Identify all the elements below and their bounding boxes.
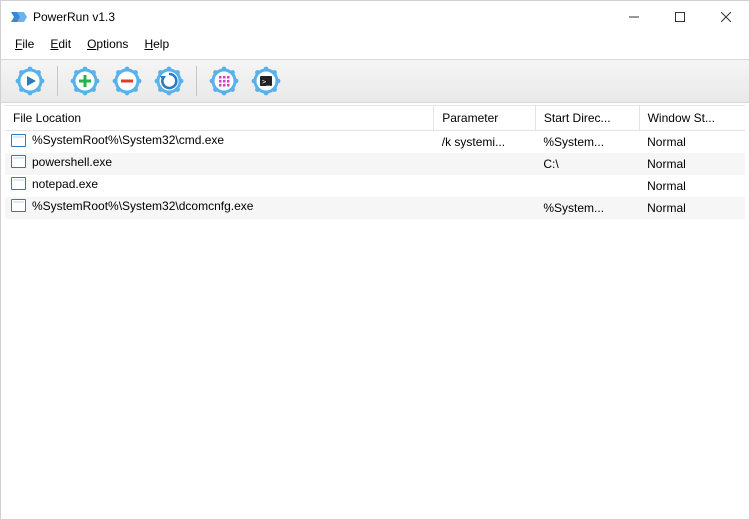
- col-window-state[interactable]: Window St...: [639, 106, 745, 131]
- cell-start-dir: [535, 175, 639, 197]
- menu-options[interactable]: Options: [79, 35, 136, 53]
- cell-file-location: powershell.exe: [5, 153, 434, 171]
- file-location-text: powershell.exe: [32, 155, 112, 169]
- app-window-icon: [11, 199, 26, 212]
- toolbar-separator: [57, 66, 58, 96]
- app-window-icon: [11, 155, 26, 168]
- menu-file[interactable]: File: [7, 35, 42, 53]
- cell-parameter: [434, 175, 536, 197]
- table-row[interactable]: %SystemRoot%\System32\cmd.exe/k systemi.…: [5, 131, 745, 153]
- table-row[interactable]: powershell.exe C:\Normal: [5, 153, 745, 175]
- file-location-text: %SystemRoot%\System32\cmd.exe: [32, 133, 224, 147]
- cell-window-state: Normal: [639, 197, 745, 219]
- col-parameter[interactable]: Parameter: [434, 106, 536, 131]
- refresh-gear-icon[interactable]: [152, 64, 186, 98]
- app-icon: [9, 8, 27, 26]
- app-window-icon: [11, 177, 26, 190]
- col-start-dir[interactable]: Start Direc...: [535, 106, 639, 131]
- titlebar: PowerRun v1.3: [1, 1, 749, 33]
- toolbar-separator: [196, 66, 197, 96]
- cell-file-location: notepad.exe: [5, 175, 434, 193]
- cell-start-dir: %System...: [535, 197, 639, 219]
- cmd-gear-icon[interactable]: >_: [249, 64, 283, 98]
- add-gear-icon[interactable]: [68, 64, 102, 98]
- cell-parameter: /k systemi...: [434, 131, 536, 153]
- cell-window-state: Normal: [639, 153, 745, 175]
- cell-start-dir: C:\: [535, 153, 639, 175]
- run-gear-icon[interactable]: [13, 64, 47, 98]
- svg-text:>_: >_: [262, 78, 271, 86]
- toolbar: >_: [1, 59, 749, 103]
- close-button[interactable]: [703, 1, 749, 33]
- menubar: FileEditOptionsHelp: [1, 33, 749, 55]
- table-row[interactable]: notepad.exe Normal: [5, 175, 745, 197]
- table-header-row: File Location Parameter Start Direc... W…: [5, 106, 745, 131]
- cell-file-location: %SystemRoot%\System32\cmd.exe: [5, 131, 434, 149]
- menu-help[interactable]: Help: [136, 35, 177, 53]
- menu-edit[interactable]: Edit: [42, 35, 79, 53]
- list-view[interactable]: File Location Parameter Start Direc... W…: [5, 105, 745, 513]
- cell-parameter: [434, 197, 536, 219]
- file-location-text: %SystemRoot%\System32\dcomcnfg.exe: [32, 199, 253, 213]
- cell-file-location: %SystemRoot%\System32\dcomcnfg.exe: [5, 197, 434, 215]
- window-title: PowerRun v1.3: [33, 10, 611, 24]
- cell-parameter: [434, 153, 536, 175]
- cell-start-dir: %System...: [535, 131, 639, 153]
- col-file-location[interactable]: File Location: [5, 106, 434, 131]
- maximize-button[interactable]: [657, 1, 703, 33]
- color-gear-icon[interactable]: [207, 64, 241, 98]
- minimize-button[interactable]: [611, 1, 657, 33]
- cell-window-state: Normal: [639, 175, 745, 197]
- app-window-icon: [11, 134, 26, 147]
- file-location-text: notepad.exe: [32, 177, 98, 191]
- window-controls: [611, 1, 749, 33]
- cell-window-state: Normal: [639, 131, 745, 153]
- table-row[interactable]: %SystemRoot%\System32\dcomcnfg.exe %Syste…: [5, 197, 745, 219]
- remove-gear-icon[interactable]: [110, 64, 144, 98]
